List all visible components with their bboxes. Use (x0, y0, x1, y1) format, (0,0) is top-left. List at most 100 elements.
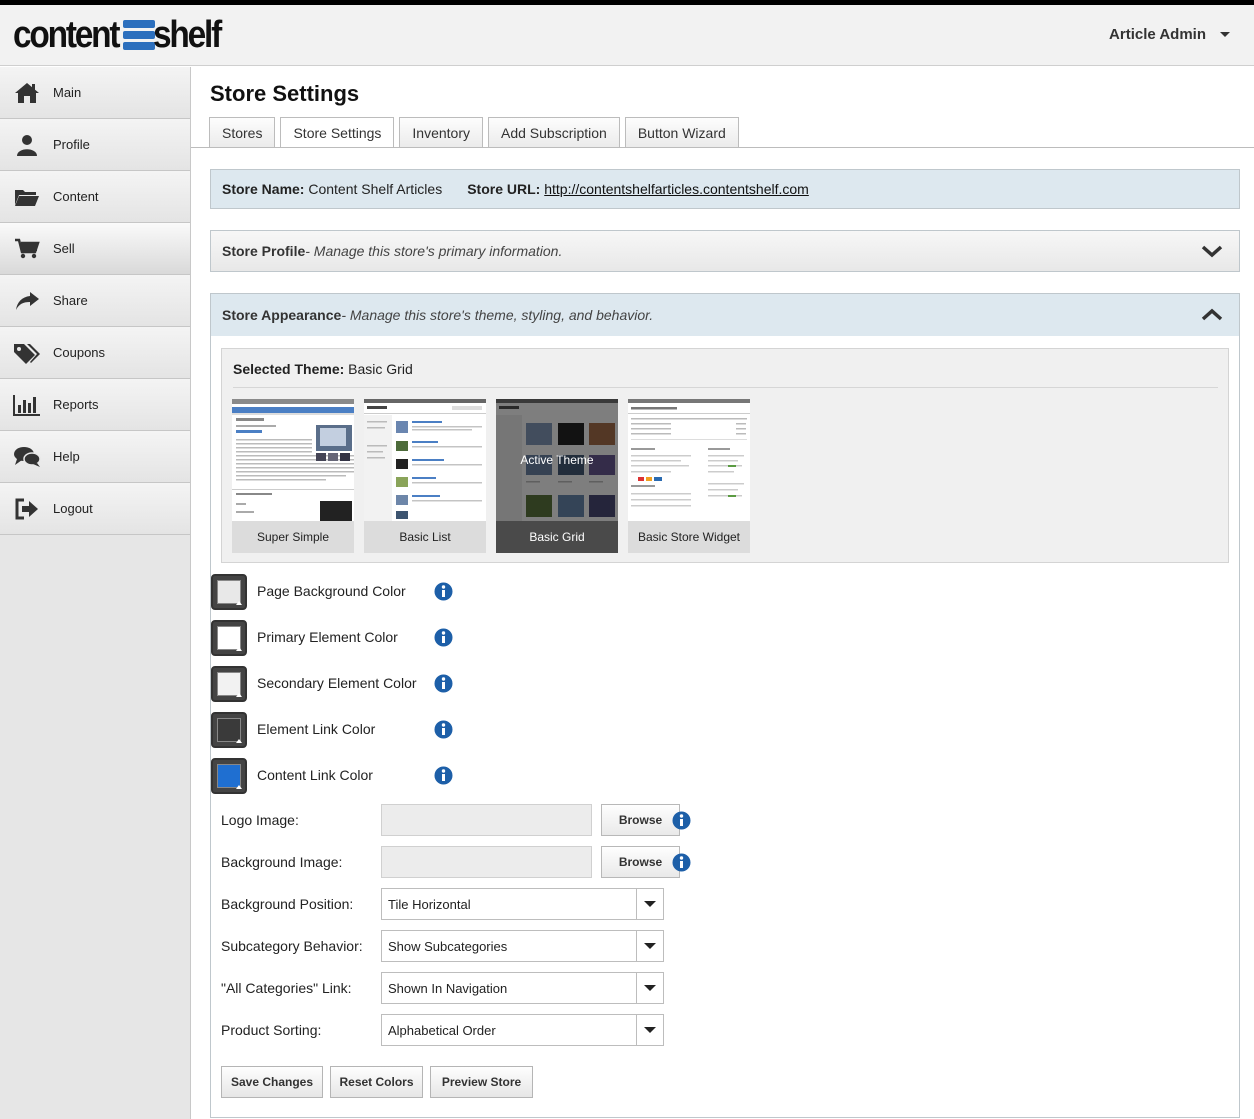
dropdown-arrow-icon (636, 973, 663, 1003)
sidebar: Main Profile Content Sell Share Coupons (0, 67, 191, 1119)
tab-store-settings[interactable]: Store Settings (280, 117, 395, 148)
sidebar-item-label: Main (53, 85, 82, 100)
logout-icon (13, 497, 41, 521)
select-value: Shown In Navigation (388, 981, 508, 996)
color-swatch-primary-element[interactable] (211, 620, 247, 656)
color-picker-arrow-icon (236, 601, 242, 605)
theme-preview-image (364, 399, 486, 521)
theme-divider (233, 387, 1218, 388)
theme-super-simple[interactable]: Super Simple (232, 399, 354, 553)
sidebar-item-profile[interactable]: Profile (0, 119, 190, 171)
color-picker-arrow-icon (236, 785, 242, 789)
color-label: Primary Element Color (257, 629, 398, 645)
sidebar-item-label: Content (53, 189, 99, 204)
store-info-bar: Store Name: Content Shelf Articles Store… (210, 169, 1240, 209)
section-description: - Manage this store's theme, styling, an… (341, 307, 654, 323)
dropdown-arrow-icon (636, 931, 663, 961)
subcategory-behavior-select[interactable]: Show Subcategories (381, 930, 664, 962)
logo-text-right: shelf (152, 13, 222, 56)
sidebar-item-coupons[interactable]: Coupons (0, 327, 190, 379)
info-icon[interactable] (434, 582, 453, 601)
logo-text-left: content (13, 13, 121, 56)
logo-image-label: Logo Image: (221, 812, 299, 828)
content-shelf-logo[interactable]: content shelf (13, 13, 229, 56)
sidebar-item-label: Coupons (53, 345, 106, 360)
color-swatch-page-background[interactable] (211, 574, 247, 610)
bar-chart-icon (13, 393, 41, 417)
selected-theme-label: Selected Theme: (233, 361, 345, 377)
info-icon[interactable] (434, 628, 453, 647)
reset-colors-button[interactable]: Reset Colors (330, 1066, 423, 1098)
all-categories-link-select[interactable]: Shown In Navigation (381, 972, 664, 1004)
store-profile-section[interactable]: Store Profile - Manage this store's prim… (210, 230, 1240, 272)
section-description: - Manage this store's primary informatio… (305, 243, 563, 259)
color-label: Secondary Element Color (257, 675, 417, 691)
sidebar-item-reports[interactable]: Reports (0, 379, 190, 431)
info-icon[interactable] (672, 811, 691, 830)
sidebar-item-share[interactable]: Share (0, 275, 190, 327)
store-appearance-body: Selected Theme: Basic Grid Super Simple … (210, 336, 1240, 1118)
user-menu[interactable]: Article Admin (1109, 26, 1230, 43)
color-swatch-content-link[interactable] (211, 758, 247, 794)
caret-down-icon (1220, 32, 1230, 37)
info-icon[interactable] (672, 853, 691, 872)
select-value: Show Subcategories (388, 939, 508, 954)
section-title: Store Profile (222, 243, 306, 259)
tab-stores[interactable]: Stores (209, 117, 276, 147)
theme-name: Basic Store Widget (628, 521, 750, 553)
tab-add-subscription[interactable]: Add Subscription (488, 117, 620, 147)
sidebar-item-label: Profile (53, 137, 90, 152)
info-icon[interactable] (434, 674, 453, 693)
selected-theme-value: Basic Grid (348, 361, 413, 377)
sidebar-item-content[interactable]: Content (0, 171, 190, 223)
product-sorting-select[interactable]: Alphabetical Order (381, 1014, 664, 1046)
sidebar-item-logout[interactable]: Logout (0, 483, 190, 535)
sidebar-item-label: Share (53, 293, 88, 308)
sidebar-item-label: Help (53, 449, 80, 464)
color-swatch-element-link[interactable] (211, 712, 247, 748)
save-changes-button[interactable]: Save Changes (221, 1066, 323, 1098)
sidebar-item-label: Logout (53, 501, 93, 516)
info-icon[interactable] (434, 766, 453, 785)
background-browse-button[interactable]: Browse (601, 846, 680, 878)
section-title: Store Appearance (222, 307, 342, 323)
tags-icon (13, 341, 41, 365)
main-content: Store Settings Stores Store Settings Inv… (191, 67, 1254, 1119)
theme-basic-list[interactable]: Basic List (364, 399, 486, 553)
color-label: Element Link Color (257, 721, 376, 737)
sidebar-item-sell[interactable]: Sell (0, 223, 190, 275)
sidebar-item-help[interactable]: Help (0, 431, 190, 483)
store-appearance-section[interactable]: Store Appearance - Manage this store's t… (210, 293, 1240, 336)
subcategory-behavior-label: Subcategory Behavior: (221, 938, 363, 954)
select-value: Tile Horizontal (388, 897, 471, 912)
color-picker-arrow-icon (236, 739, 242, 743)
tab-bar: Stores Store Settings Inventory Add Subs… (209, 117, 739, 148)
folder-icon (13, 185, 41, 209)
theme-basic-store-widget[interactable]: Basic Store Widget (628, 399, 750, 553)
theme-name: Basic List (364, 521, 486, 553)
color-swatch-secondary-element[interactable] (211, 666, 247, 702)
chevron-up-icon[interactable] (1201, 306, 1223, 324)
selected-theme: Selected Theme: Basic Grid (233, 361, 413, 377)
preview-store-button[interactable]: Preview Store (430, 1066, 533, 1098)
logo-browse-button[interactable]: Browse (601, 804, 680, 836)
user-icon (13, 133, 41, 157)
store-url-label: Store URL: (467, 181, 541, 197)
info-icon[interactable] (434, 720, 453, 739)
store-url-link[interactable]: http://contentshelfarticles.contentshelf… (544, 181, 809, 197)
home-icon (13, 81, 41, 105)
store-name-value: Content Shelf Articles (308, 181, 443, 197)
theme-basic-grid[interactable]: Active Theme Basic Grid (496, 399, 618, 553)
app-header: content shelf Article Admin (0, 5, 1254, 66)
theme-name: Basic Grid (496, 521, 618, 553)
theme-preview-image (628, 399, 750, 521)
tab-inventory[interactable]: Inventory (399, 117, 483, 147)
background-image-label: Background Image: (221, 854, 343, 870)
background-image-input[interactable] (381, 846, 592, 878)
sidebar-item-main[interactable]: Main (0, 67, 190, 119)
background-position-select[interactable]: Tile Horizontal (381, 888, 664, 920)
chevron-down-icon[interactable] (1201, 242, 1223, 260)
logo-image-input[interactable] (381, 804, 592, 836)
tab-button-wizard[interactable]: Button Wizard (624, 117, 739, 147)
dropdown-arrow-icon (636, 1015, 663, 1045)
